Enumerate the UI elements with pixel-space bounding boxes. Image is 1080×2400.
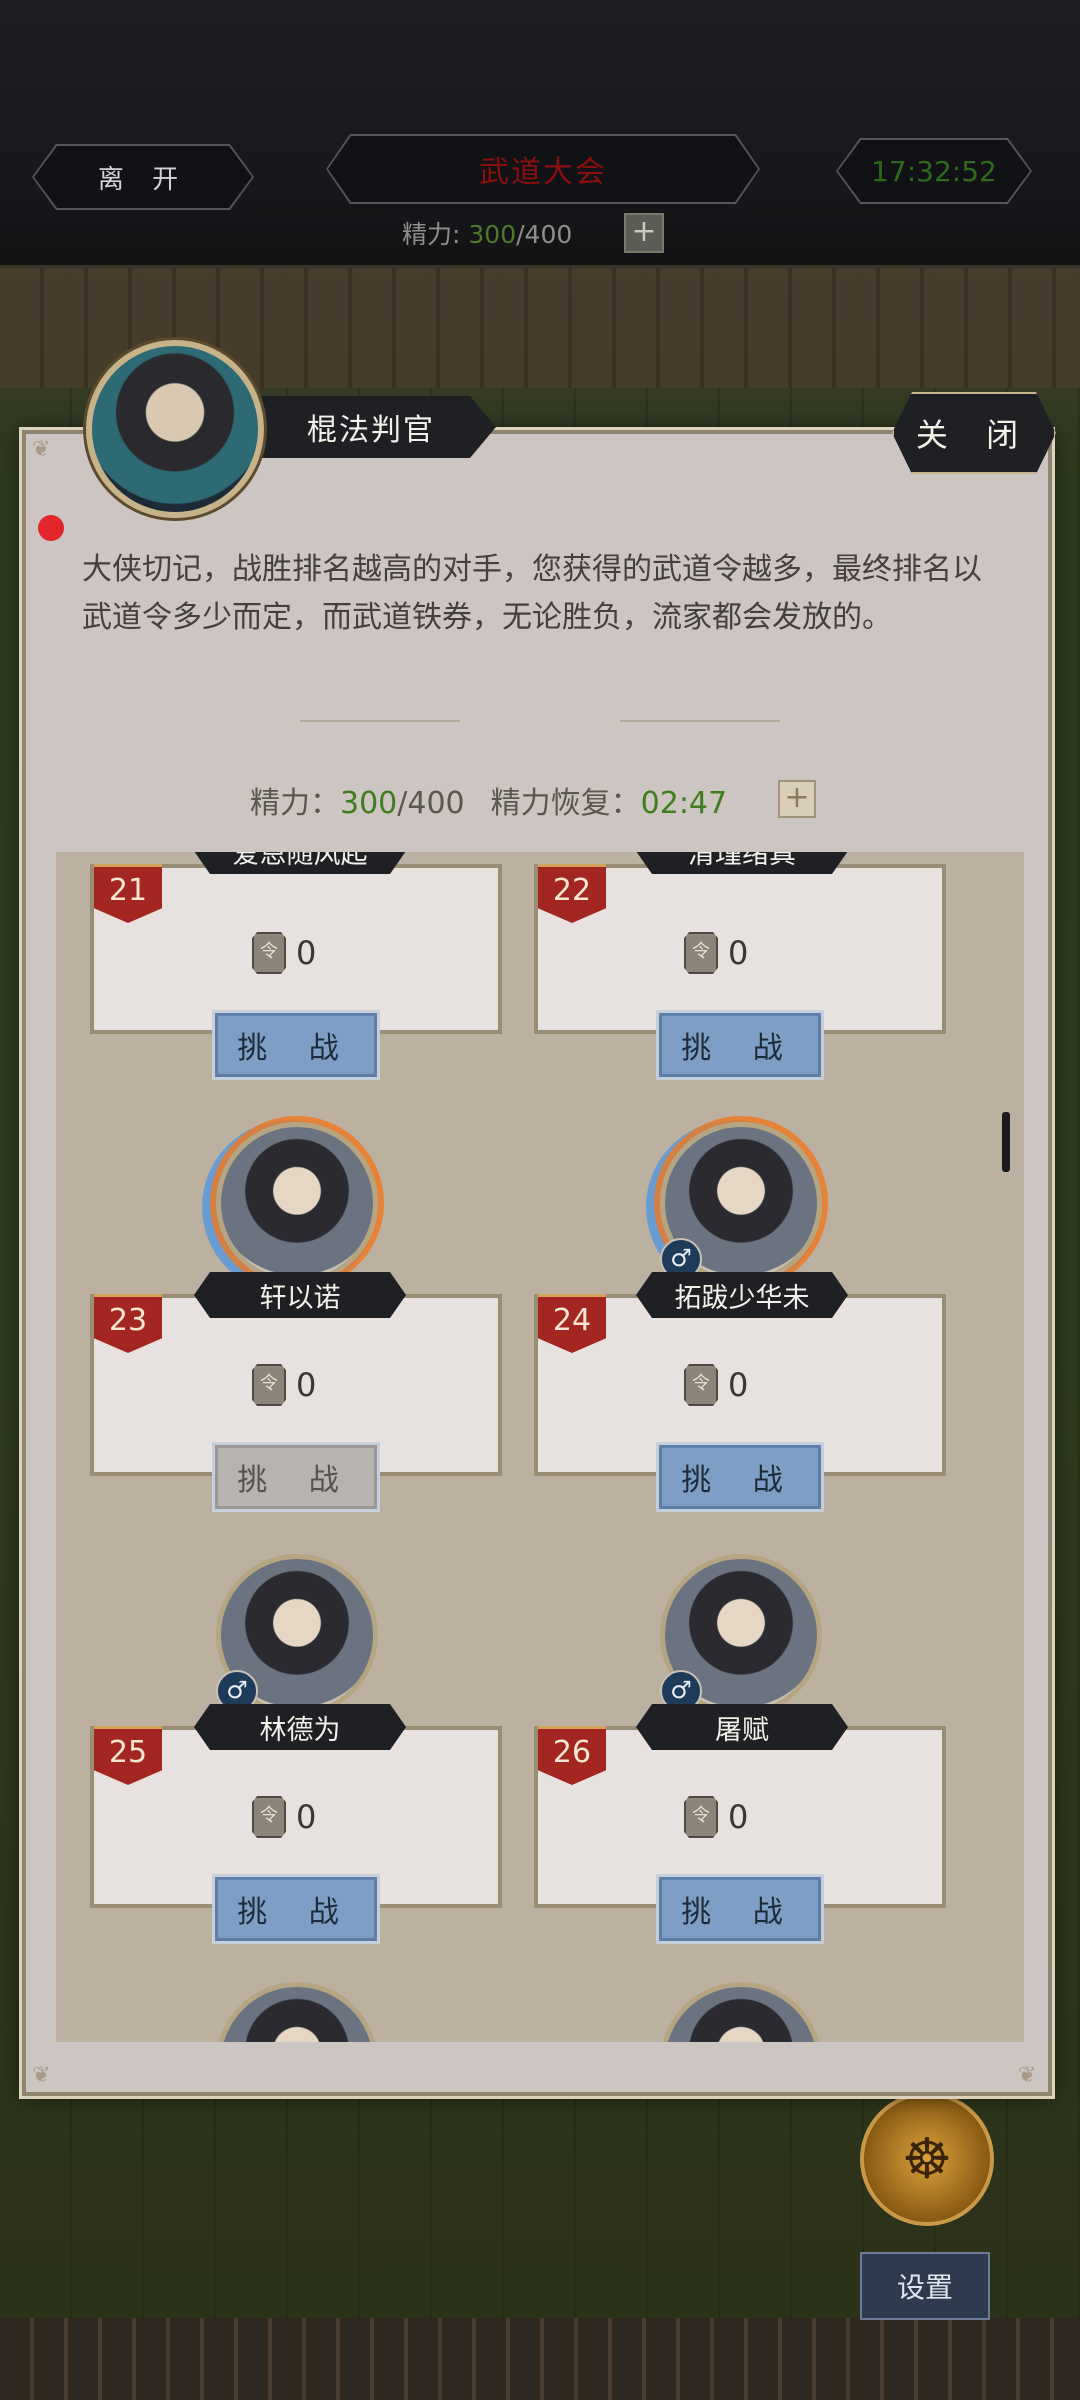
opponent-name: 爱恩随风起: [194, 852, 406, 874]
divider-right: [620, 720, 780, 722]
opponent-portrait[interactable]: [216, 1982, 378, 2042]
token-icon: 令: [684, 1796, 718, 1838]
list-scrollbar[interactable]: [1002, 1112, 1010, 1172]
settings-button[interactable]: 设置: [860, 2252, 990, 2320]
token-count: 令0: [684, 1364, 748, 1406]
token-value: 0: [296, 934, 317, 972]
token-value: 0: [728, 934, 749, 972]
close-button[interactable]: 关 闭: [892, 392, 1056, 474]
recover-label: 精力恢复：: [490, 786, 641, 821]
token-value: 0: [296, 1366, 317, 1404]
divider-left: [300, 720, 460, 722]
opponent-name: 拓跋少华未: [636, 1272, 848, 1318]
challenge-button[interactable]: 挑 战: [656, 1442, 824, 1512]
token-value: 0: [728, 1798, 749, 1836]
opponent-name: 轩以诺: [194, 1272, 406, 1318]
npc-avatar: [86, 340, 264, 518]
energy-max: /400: [397, 786, 465, 821]
notification-dot: [38, 515, 64, 541]
token-count: 令0: [252, 932, 316, 974]
opponent-name: 林德为: [194, 1704, 406, 1750]
corner-ornament: ❦: [32, 437, 51, 462]
challenge-button[interactable]: 挑 战: [656, 1010, 824, 1080]
top-energy-label: 精力:: [402, 220, 461, 249]
event-title: 武道大会: [328, 136, 758, 202]
meditation-icon[interactable]: ☸: [860, 2092, 994, 2226]
energy-label: 精力：: [250, 786, 340, 821]
token-icon: 令: [252, 932, 286, 974]
opponent-portrait[interactable]: [216, 1122, 378, 1284]
corner-ornament: ❦: [32, 2063, 51, 2088]
top-energy-plus-button[interactable]: +: [624, 213, 664, 253]
top-bar: 离 开 武道大会 17:32:52 精力: 300/400 +: [0, 0, 1080, 268]
challenge-button[interactable]: 挑 战: [656, 1874, 824, 1944]
token-icon: 令: [684, 932, 718, 974]
clock-time: 17:32:52: [838, 140, 1030, 202]
scene-wall-bottom: [0, 2318, 1080, 2400]
leave-label: 离 开: [34, 146, 252, 208]
token-value: 0: [728, 1366, 749, 1404]
top-energy: 精力: 300/400: [402, 215, 572, 251]
clock-display: 17:32:52: [836, 138, 1032, 204]
challenge-button-disabled[interactable]: 挑 战: [212, 1442, 380, 1512]
corner-ornament: ❦: [1018, 2063, 1037, 2088]
challenge-button[interactable]: 挑 战: [212, 1010, 380, 1080]
opponent-name: 屠赋: [636, 1704, 848, 1750]
top-energy-value: 300: [468, 220, 517, 249]
token-icon: 令: [684, 1364, 718, 1406]
token-count: 令0: [684, 1796, 748, 1838]
dialog-energy-row: 精力：300/400 精力恢复：02:47: [250, 778, 727, 822]
token-icon: 令: [252, 1796, 286, 1838]
token-count: 令0: [252, 1796, 316, 1838]
leave-button[interactable]: 离 开: [32, 144, 254, 210]
energy-value: 300: [340, 786, 398, 821]
challenge-button[interactable]: 挑 战: [212, 1874, 380, 1944]
npc-name-bar: 棍法判官: [246, 396, 496, 458]
opponent-list[interactable]: 爱恩随风起 21 令0 挑 战 清瑾绪真 22 令0 挑 战 ♂ 轩以诺 23 …: [56, 852, 1024, 2042]
recover-time: 02:47: [640, 786, 728, 821]
dialog-description: 大侠切记，战胜排名越高的对手，您获得的武道令越多，最终排名以武道令多少而定，而武…: [82, 552, 982, 635]
dialog-energy-plus-button[interactable]: +: [778, 780, 816, 818]
npc-name: 棍法判官: [307, 413, 435, 448]
token-count: 令0: [252, 1364, 316, 1406]
token-count: 令0: [684, 932, 748, 974]
top-energy-max: /400: [516, 220, 573, 249]
token-icon: 令: [252, 1364, 286, 1406]
opponent-name: 清瑾绪真: [636, 852, 848, 874]
token-value: 0: [296, 1798, 317, 1836]
event-title-banner: 武道大会: [326, 134, 760, 204]
opponent-portrait[interactable]: [660, 1982, 822, 2042]
